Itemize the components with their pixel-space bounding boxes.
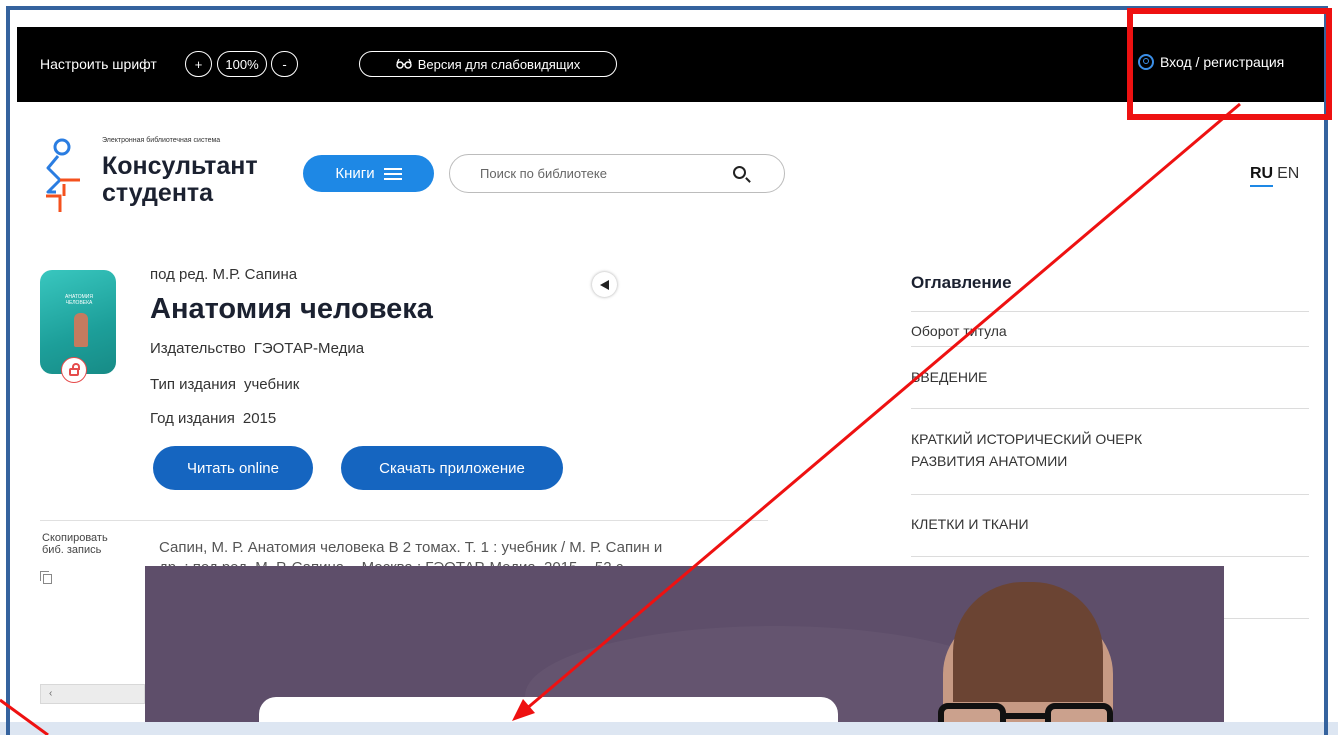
annotation-arrow bbox=[0, 102, 1241, 735]
screenshot-frame: Настроить шрифт + 100% - Версия для слаб… bbox=[0, 0, 1338, 735]
